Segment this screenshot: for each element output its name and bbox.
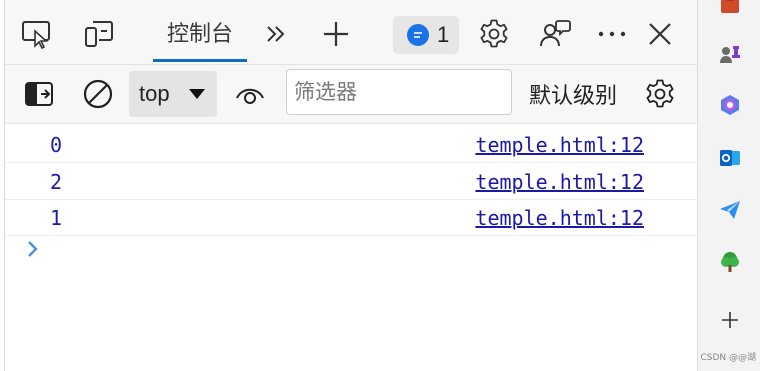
console-message-row: 2 temple.html:12 bbox=[5, 163, 698, 200]
console-toolbar: top 默认级别 bbox=[5, 65, 698, 124]
log-value: 0 bbox=[50, 133, 63, 157]
log-levels-dropdown[interactable]: 默认级别 bbox=[529, 65, 617, 123]
close-icon[interactable] bbox=[643, 17, 677, 51]
log-source-link[interactable]: temple.html:12 bbox=[475, 170, 644, 194]
copilot-icon[interactable] bbox=[718, 93, 742, 117]
issues-chat-icon bbox=[407, 24, 429, 46]
add-tab-icon[interactable] bbox=[319, 17, 353, 51]
context-selector[interactable]: top bbox=[129, 71, 217, 117]
issues-button[interactable]: 1 bbox=[393, 16, 459, 54]
tab-console-label: 控制台 bbox=[166, 22, 233, 47]
log-value: 1 bbox=[50, 206, 63, 230]
devtools-panel: 控制台 1 top 筛选器 默认级别 0 temple.html:12 2 te… bbox=[4, 0, 698, 371]
console-message-row: 1 temple.html:12 bbox=[5, 199, 698, 236]
log-value: 2 bbox=[50, 170, 63, 194]
console-prompt-chevron-icon[interactable] bbox=[25, 238, 45, 262]
console-message-row: 0 temple.html:12 bbox=[5, 126, 698, 163]
active-tab-indicator bbox=[153, 59, 247, 62]
issues-count: 1 bbox=[437, 22, 450, 47]
toolbox-icon[interactable] bbox=[718, 0, 742, 16]
toggle-sidebar-icon[interactable] bbox=[22, 77, 56, 111]
more-options-icon[interactable] bbox=[595, 17, 629, 51]
device-emulation-icon[interactable] bbox=[82, 17, 116, 51]
devtools-tabbar: 控制台 1 bbox=[5, 0, 698, 65]
tab-console[interactable]: 控制台 bbox=[153, 0, 247, 64]
watermark: CSDN @@湖 bbox=[700, 353, 756, 363]
inspect-element-icon[interactable] bbox=[20, 17, 54, 51]
console-settings-icon[interactable] bbox=[643, 77, 677, 111]
log-levels-label: 默认级别 bbox=[529, 84, 618, 109]
feedback-icon[interactable] bbox=[538, 17, 572, 51]
clear-console-icon[interactable] bbox=[81, 77, 115, 111]
log-source-link[interactable]: temple.html:12 bbox=[475, 206, 644, 230]
telegram-icon[interactable] bbox=[718, 198, 742, 222]
tree-icon[interactable] bbox=[718, 250, 742, 274]
log-source-link[interactable]: temple.html:12 bbox=[475, 133, 644, 157]
settings-icon[interactable] bbox=[477, 17, 511, 51]
more-tabs-icon[interactable] bbox=[259, 17, 293, 51]
add-icon[interactable] bbox=[718, 308, 742, 332]
context-value: top bbox=[139, 81, 170, 106]
outlook-icon[interactable] bbox=[718, 146, 742, 170]
chevron-down-icon bbox=[189, 89, 205, 99]
filter-input[interactable] bbox=[286, 69, 512, 115]
games-icon[interactable] bbox=[718, 42, 742, 66]
browser-sidebar bbox=[697, 0, 760, 371]
live-expression-eye-icon[interactable] bbox=[233, 77, 267, 111]
